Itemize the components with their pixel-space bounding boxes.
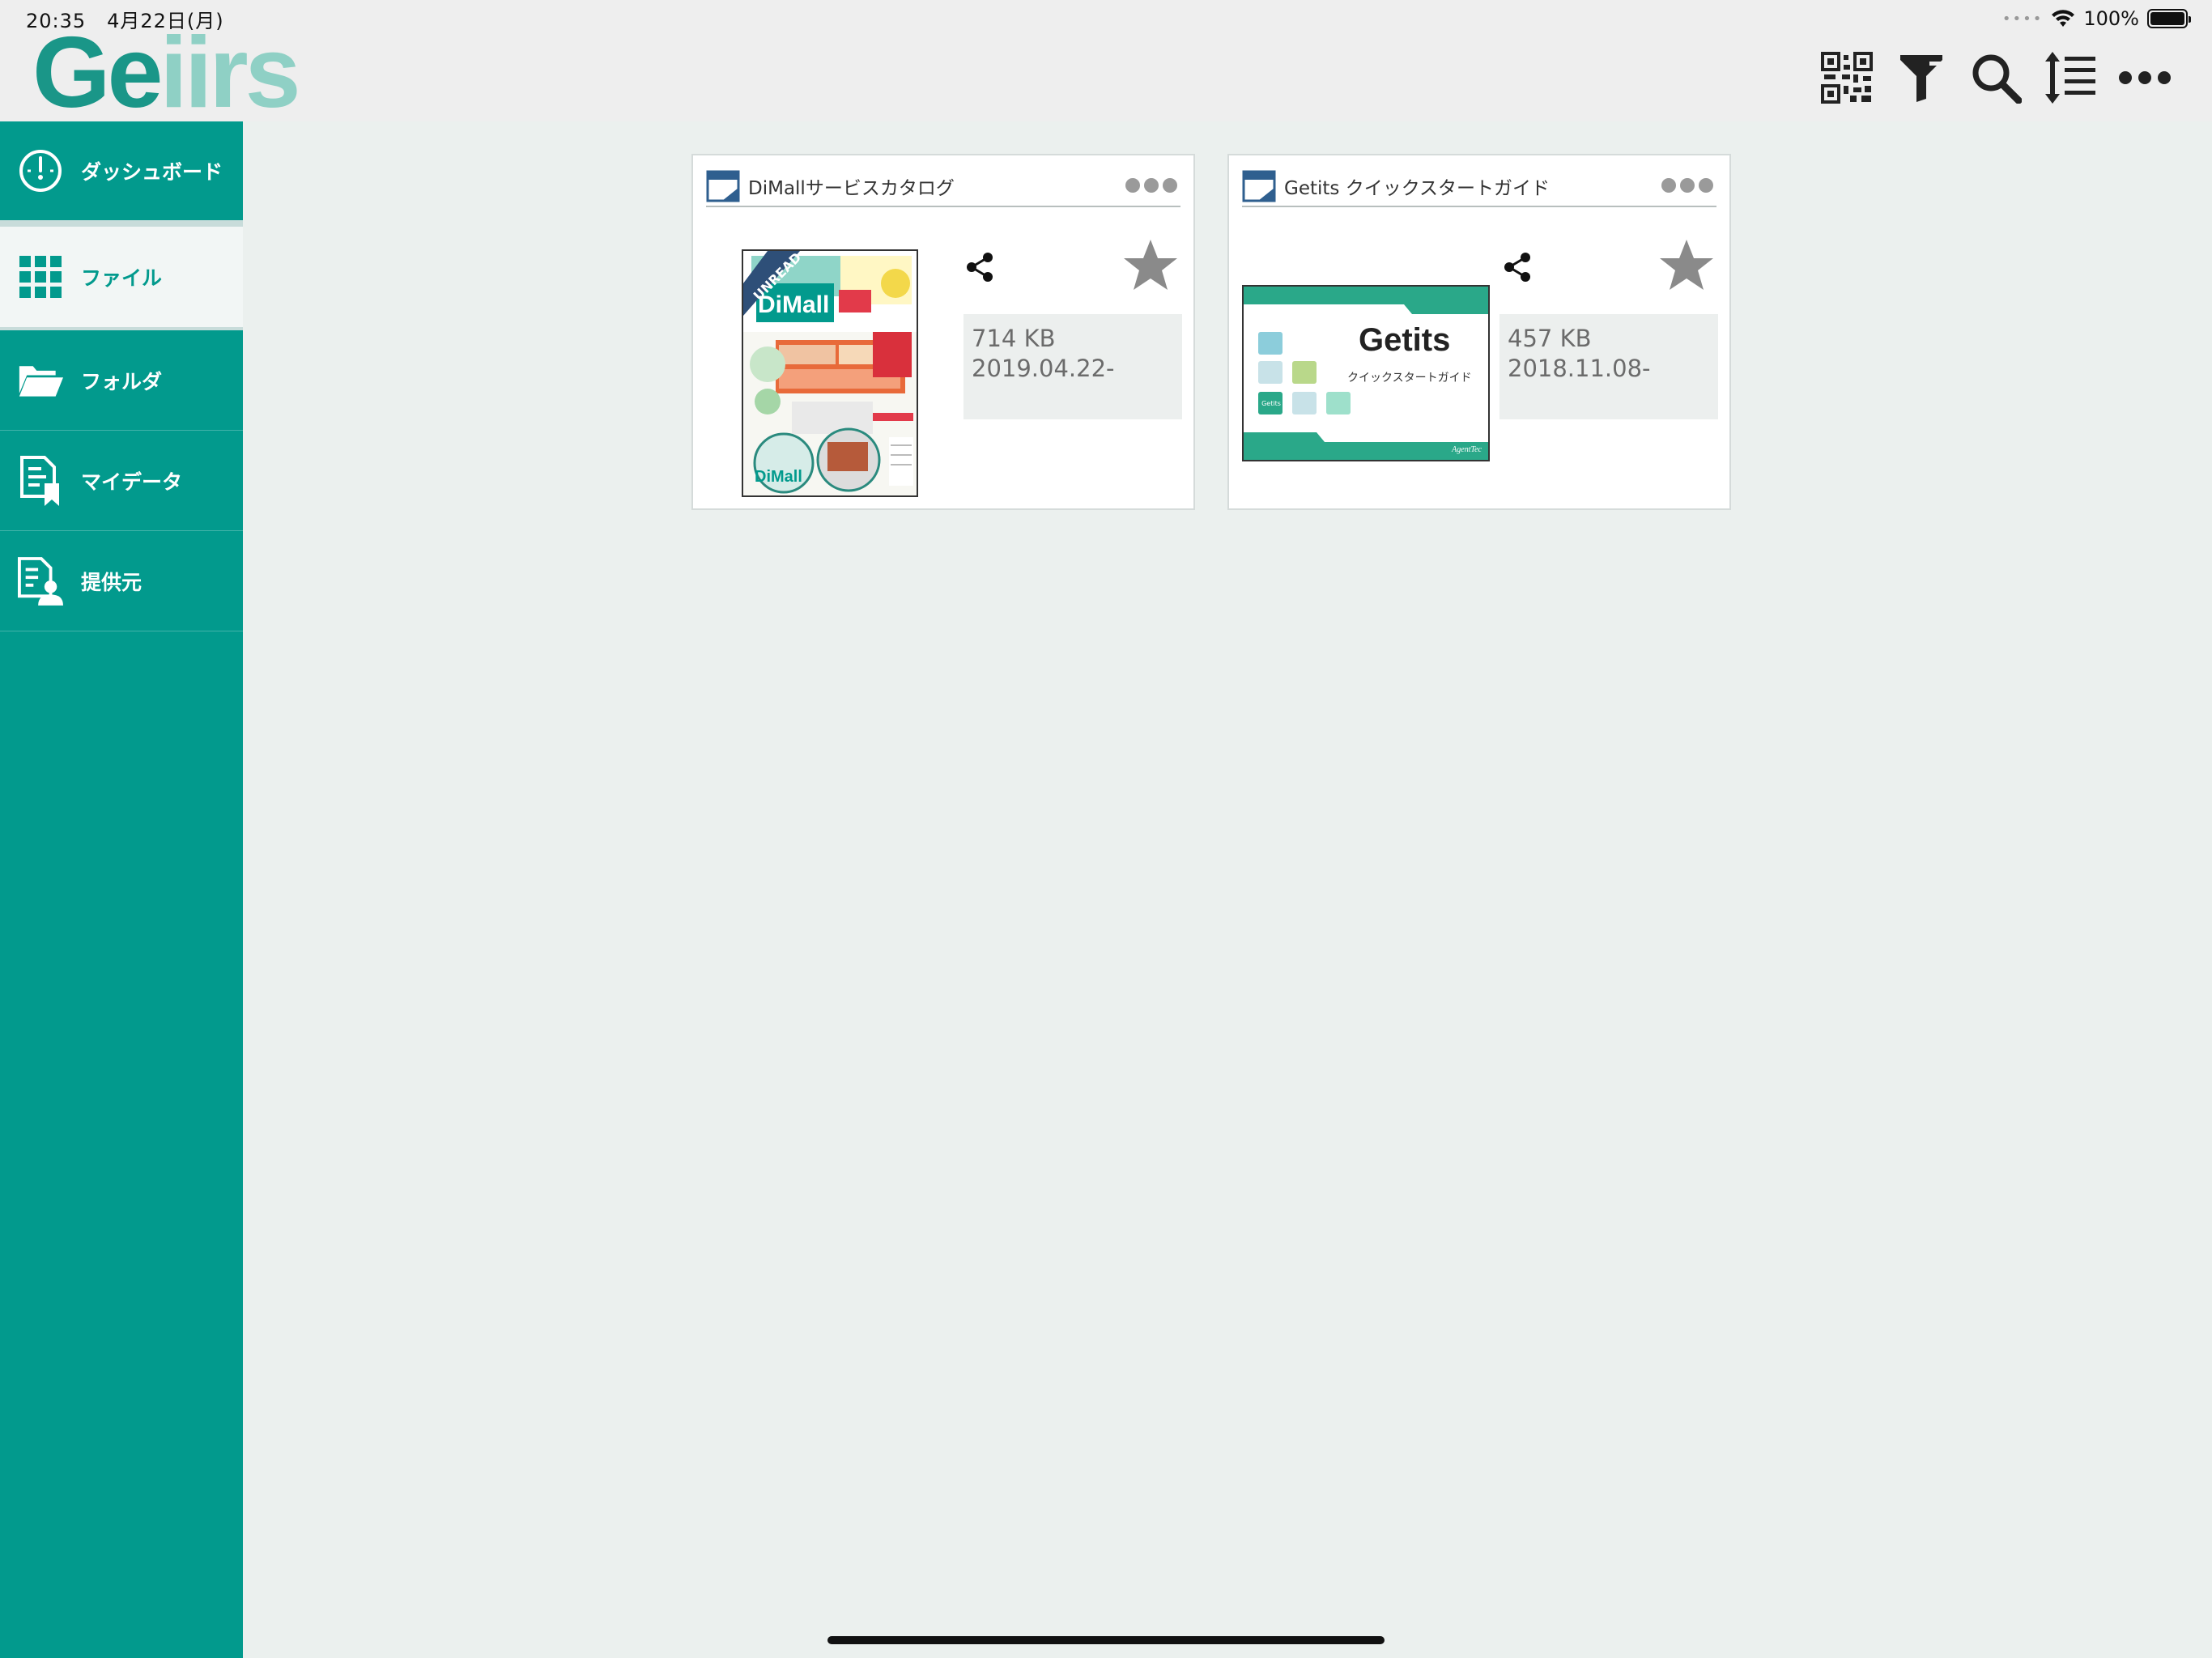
- folder-icon: [18, 358, 63, 403]
- sidebar-item-label: 提供元: [81, 570, 143, 594]
- share-icon: [1504, 253, 1530, 282]
- file-size: 457 KB: [1508, 325, 1592, 352]
- file-card[interactable]: DiMallサービスカタログ UNREAD DiMall DiMall 714 …: [691, 154, 1195, 510]
- search-icon: [1972, 54, 2022, 104]
- wifi-icon: [2052, 10, 2075, 27]
- star-icon: [1660, 240, 1713, 290]
- file-info: 714 KB 2019.04.22-: [963, 314, 1182, 419]
- sidebar: ダッシュボード ファイル フォルダ マイデータ 提供元: [0, 121, 243, 1658]
- file-title: Getits クイックスタートガイド: [1284, 178, 1551, 199]
- star-icon: [1124, 240, 1177, 290]
- document-icon: [1242, 170, 1276, 202]
- thumbnail-brand-bottom: DiMall: [755, 468, 802, 486]
- thumbnail-brand: DiMall: [758, 291, 830, 318]
- share-icon: [967, 253, 993, 282]
- sidebar-item-label: フォルダ: [81, 369, 163, 393]
- file-thumbnail[interactable]: Getits クイックスタートガイド Getits AgentTec: [1242, 285, 1490, 461]
- thumbnail-footer: AgentTec: [1452, 445, 1482, 454]
- app-logo: Geiirs: [32, 17, 301, 129]
- favorite-button[interactable]: [1658, 236, 1715, 293]
- grid-icon: [18, 254, 63, 300]
- filter-icon: [1900, 55, 1942, 102]
- sidebar-item-label: ファイル: [81, 266, 163, 290]
- document-bookmark-icon: [18, 455, 63, 506]
- qr-code-button[interactable]: [1819, 49, 1875, 106]
- thumbnail-subtitle: クイックスタートガイド: [1347, 372, 1472, 385]
- battery-percent: 100%: [2083, 7, 2139, 30]
- sidebar-item-provider[interactable]: 提供元: [0, 531, 243, 631]
- share-button[interactable]: [962, 249, 998, 285]
- filter-button[interactable]: [1893, 49, 1950, 106]
- app-header: 20:35 4月22日(月) •••• 100% Geiirs: [0, 0, 2212, 129]
- sort-button[interactable]: [2042, 49, 2099, 106]
- file-thumbnail[interactable]: UNREAD DiMall DiMall: [742, 249, 918, 497]
- more-icon: [2119, 71, 2171, 84]
- more-button[interactable]: [2116, 49, 2173, 106]
- document-icon: [706, 170, 740, 202]
- share-button[interactable]: [1499, 249, 1535, 285]
- thumbnail-tag: Getits: [1261, 400, 1281, 407]
- sidebar-item-label: マイデータ: [81, 470, 183, 494]
- sidebar-item-dashboard[interactable]: ダッシュボード: [0, 121, 243, 227]
- file-date: 2019.04.22-: [972, 355, 1115, 382]
- sort-icon: [2045, 52, 2095, 104]
- file-size: 714 KB: [972, 325, 1056, 352]
- sidebar-item-folders[interactable]: フォルダ: [0, 330, 243, 431]
- signal-icon: ••••: [2001, 10, 2044, 28]
- dashboard-icon: [18, 148, 63, 193]
- search-button[interactable]: [1967, 49, 2024, 106]
- file-title: DiMallサービスカタログ: [748, 178, 955, 199]
- document-user-icon: [18, 556, 63, 606]
- toolbar: [1819, 45, 2173, 110]
- battery-icon: [2147, 9, 2191, 28]
- card-header: Getits クイックスタートガイド: [1242, 167, 1716, 207]
- home-indicator[interactable]: [827, 1636, 1385, 1644]
- sidebar-item-files[interactable]: ファイル: [0, 227, 243, 330]
- card-more-button[interactable]: [1661, 178, 1713, 193]
- card-more-button[interactable]: [1125, 178, 1177, 193]
- qr-code-icon: [1821, 52, 1873, 104]
- favorite-button[interactable]: [1122, 236, 1179, 293]
- file-info: 457 KB 2018.11.08-: [1499, 314, 1718, 419]
- thumbnail-brand: Getits: [1359, 322, 1451, 358]
- file-card[interactable]: Getits クイックスタートガイド Getits クイックスタートガイド Ge…: [1227, 154, 1731, 510]
- status-indicators: •••• 100%: [2001, 5, 2191, 32]
- file-date: 2018.11.08-: [1508, 355, 1651, 382]
- sidebar-item-my-data[interactable]: マイデータ: [0, 431, 243, 531]
- sidebar-item-label: ダッシュボード: [81, 160, 223, 184]
- card-header: DiMallサービスカタログ: [706, 167, 1180, 207]
